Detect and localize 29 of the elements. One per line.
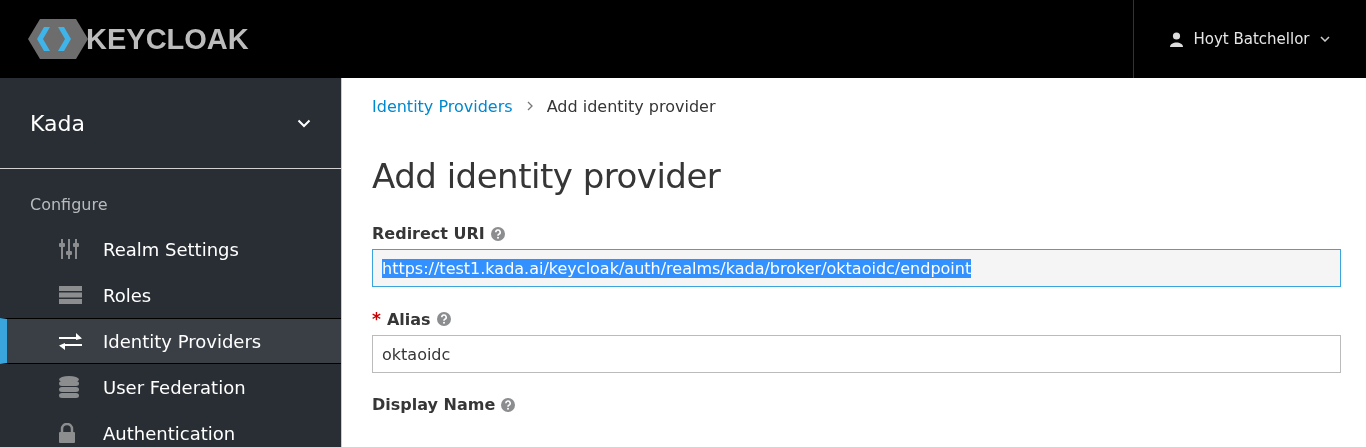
sidebar-item[interactable]: Identity Providers <box>0 318 341 364</box>
user-menu[interactable]: Hoyt Batchellor <box>1193 30 1310 48</box>
user-icon <box>1170 31 1184 47</box>
sidebar-item[interactable]: Realm Settings <box>0 226 341 272</box>
sidebar-item[interactable]: Roles <box>0 272 341 318</box>
help-icon[interactable] <box>501 397 516 412</box>
realm-selector[interactable]: Kada <box>30 110 85 136</box>
breadcrumb-current: Add identity provider <box>546 96 716 116</box>
chevron-down-icon[interactable] <box>1319 36 1330 42</box>
field-label: Redirect URI <box>372 224 485 243</box>
breadcrumb-link[interactable]: Identity Providers <box>372 96 513 116</box>
page-title: Add identity provider <box>372 156 722 196</box>
help-icon[interactable] <box>436 312 451 326</box>
sliders-icon <box>59 239 79 259</box>
database-icon <box>59 376 79 398</box>
field-label: Alias <box>386 309 431 329</box>
exchange-icon <box>59 332 82 350</box>
required-mark: * <box>372 309 381 329</box>
section-heading: Configure <box>29 194 109 216</box>
help-icon[interactable] <box>490 226 505 241</box>
field-label: Display Name <box>372 395 496 414</box>
servers-icon <box>59 286 82 304</box>
input-field[interactable]: oktaoidc <box>372 335 1341 373</box>
sidebar-item[interactable]: User Federation <box>0 364 341 410</box>
chevron-right-icon <box>526 101 533 111</box>
sidebar-item[interactable]: Authentication <box>0 410 341 447</box>
logo-text: KEYCLOAK <box>86 22 249 56</box>
logo-icon <box>28 17 88 61</box>
lock-icon <box>59 423 75 443</box>
